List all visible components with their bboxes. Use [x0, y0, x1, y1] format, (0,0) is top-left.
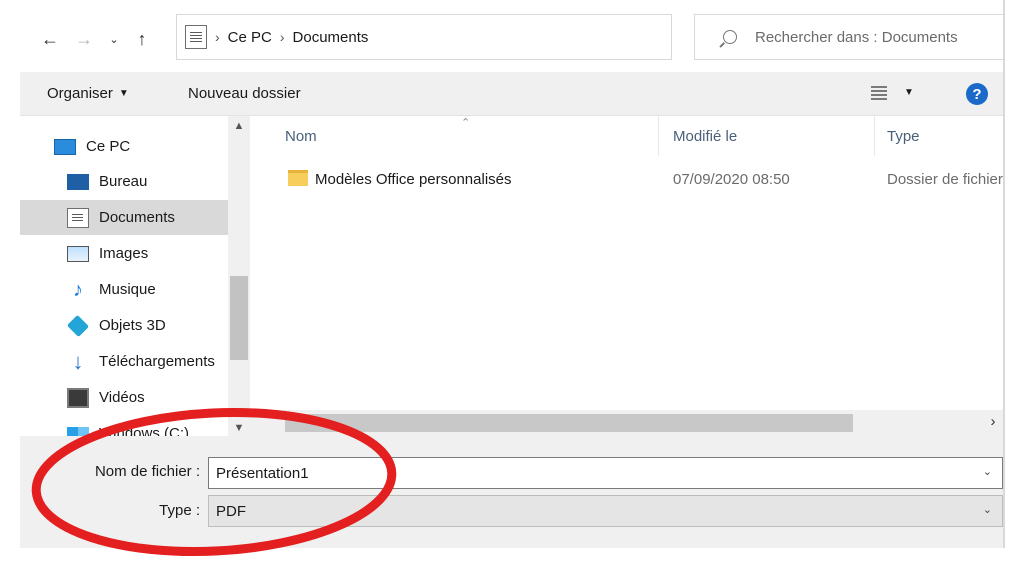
file-row[interactable]: Modèles Office personnalisés 07/09/2020 …	[250, 164, 1010, 194]
sidebar-item-telechargements[interactable]: ↓ Téléchargements	[20, 344, 230, 379]
documents-icon	[185, 25, 207, 49]
sidebar-item-videos[interactable]: Vidéos	[20, 380, 230, 415]
organize-button[interactable]: Organiser ▼	[47, 85, 129, 102]
sidebar-item-musique[interactable]: ♪ Musique	[20, 272, 230, 307]
search-input[interactable]	[755, 28, 1005, 46]
music-icon: ♪	[73, 278, 83, 301]
forward-arrow-icon[interactable]: →	[72, 22, 96, 56]
scroll-right-icon[interactable]: ›	[983, 413, 1003, 430]
breadcrumb-ce-pc[interactable]: Ce PC	[228, 29, 272, 46]
sidebar-item-bureau[interactable]: Bureau	[20, 164, 230, 199]
view-options-icon[interactable]	[871, 86, 887, 102]
breadcrumb-documents[interactable]: Documents	[293, 29, 369, 46]
computer-icon	[54, 138, 76, 155]
navigation-pane: Ce PC Bureau Documents Images ♪ Musique …	[20, 116, 250, 436]
file-modified: 07/09/2020 08:50	[673, 171, 790, 188]
downloads-icon: ↓	[72, 348, 84, 374]
column-header-modified[interactable]: Modifié le	[673, 128, 737, 145]
file-name: Modèles Office personnalisés	[315, 171, 512, 188]
help-icon[interactable]: ?	[966, 83, 988, 105]
scroll-down-icon[interactable]: ▼	[228, 422, 250, 434]
filename-label: Nom de fichier :	[94, 463, 200, 480]
window-bottom-edge	[0, 548, 1029, 563]
horizontal-scrollbar-thumb[interactable]	[285, 414, 853, 432]
sidebar-scrollbar[interactable]: ▲ ▼	[228, 116, 250, 436]
sidebar-item-label: Téléchargements	[99, 353, 215, 370]
sort-ascending-icon: ⌃	[461, 117, 471, 129]
column-divider[interactable]	[874, 116, 875, 156]
address-bar[interactable]: › Ce PC › Documents ⌄ ↻	[176, 14, 810, 60]
scroll-up-icon[interactable]: ▲	[228, 120, 250, 132]
sidebar-item-label: Objets 3D	[99, 317, 166, 334]
breadcrumb-separator-icon[interactable]: ›	[280, 29, 285, 45]
videos-icon	[67, 387, 89, 408]
new-folder-button[interactable]: Nouveau dossier	[188, 85, 301, 102]
sidebar-item-windows-c[interactable]: Windows (C:)	[20, 416, 230, 436]
caret-down-icon: ▼	[118, 88, 129, 99]
sidebar-item-ce-pc[interactable]: Ce PC	[20, 129, 230, 164]
sidebar-scrollbar-thumb[interactable]	[230, 276, 248, 360]
back-arrow-icon[interactable]: ←	[38, 22, 62, 56]
search-box[interactable]	[694, 14, 1014, 60]
file-list: ⌃ Nom Modifié le Type Modèles Office per…	[250, 116, 1010, 436]
drive-icon	[67, 426, 89, 436]
up-arrow-icon[interactable]: ↑	[130, 22, 154, 56]
sidebar-item-label: Ce PC	[86, 138, 131, 155]
pictures-icon	[67, 245, 89, 262]
sidebar-item-documents[interactable]: Documents	[20, 200, 230, 235]
folder-icon	[288, 170, 308, 186]
sidebar-item-label: Windows (C:)	[99, 425, 190, 436]
sidebar-item-images[interactable]: Images	[20, 236, 230, 271]
caret-down-icon[interactable]: ▼	[904, 87, 914, 98]
command-toolbar: Organiser ▼ Nouveau dossier ▼ ?	[20, 72, 1003, 116]
window-left-edge	[0, 0, 20, 563]
organize-label: Organiser	[47, 85, 113, 102]
file-list-horizontal-scrollbar[interactable]: ›	[250, 410, 1003, 436]
window-right-edge	[1003, 0, 1029, 563]
filename-field[interactable]: ⌄	[208, 457, 1003, 489]
search-icon	[723, 30, 737, 44]
address-row: ← → ⌄ ↑ › Ce PC › Documents ⌄ ↻	[20, 0, 1014, 72]
sidebar-item-label: Images	[99, 245, 149, 262]
recent-locations-chevron-icon[interactable]: ⌄	[102, 22, 126, 56]
save-form: Nom de fichier : ⌄ Type : PDF ⌄	[20, 436, 1003, 548]
breadcrumb-separator-icon[interactable]: ›	[215, 29, 220, 45]
column-header-type[interactable]: Type	[887, 128, 920, 145]
filename-input[interactable]	[216, 464, 956, 482]
sidebar-item-objets-3d[interactable]: Objets 3D	[20, 308, 230, 343]
type-label: Type :	[159, 502, 200, 519]
sidebar-item-label: Vidéos	[99, 389, 145, 406]
sidebar-item-label: Documents	[99, 209, 175, 226]
chevron-down-icon[interactable]: ⌄	[983, 465, 992, 478]
type-selected-value: PDF	[216, 502, 246, 520]
column-header-name[interactable]: Nom	[285, 128, 317, 145]
sidebar-item-label: Bureau	[99, 173, 148, 190]
type-select[interactable]: PDF ⌄	[208, 495, 1003, 527]
chevron-down-icon[interactable]: ⌄	[983, 503, 992, 516]
sidebar-item-label: Musique	[99, 281, 156, 298]
3d-objects-icon	[66, 314, 90, 337]
desktop-icon	[67, 173, 89, 190]
file-type: Dossier de fichiers	[887, 171, 1011, 188]
column-divider[interactable]	[658, 116, 659, 156]
documents-icon	[67, 207, 89, 228]
